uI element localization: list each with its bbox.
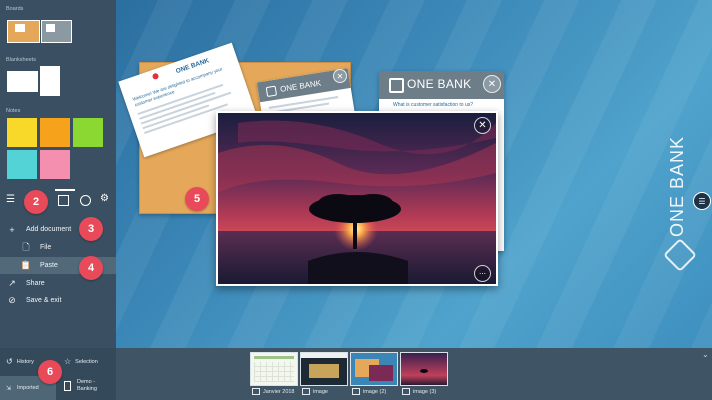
thumb-header xyxy=(254,356,294,359)
palette-icon[interactable] xyxy=(80,195,91,206)
thumbnail-label: Janvier 2018 xyxy=(252,388,295,395)
gear-icon[interactable]: ⚙ xyxy=(100,193,109,204)
selection-button[interactable]: ☆ Selection xyxy=(64,357,98,366)
menu-paste-label: Paste xyxy=(40,262,58,269)
image-icon xyxy=(352,388,360,395)
clipboard-icon: 📋 xyxy=(20,260,32,270)
menu-file[interactable]: 🗋 File xyxy=(0,239,116,256)
logo-icon xyxy=(265,85,278,98)
layout-icon[interactable] xyxy=(58,195,69,206)
step-badge: 4 xyxy=(79,256,103,280)
pin-icon xyxy=(151,72,160,81)
thumb-tree xyxy=(420,369,428,373)
close-icon[interactable]: ✕ xyxy=(483,75,501,93)
import-icon: ⇲ xyxy=(6,385,12,392)
step-badge: 3 xyxy=(79,217,103,241)
note-pink[interactable] xyxy=(40,150,70,179)
notes-label: Notes xyxy=(6,108,21,114)
doc-card-brand: ONE BANK xyxy=(407,77,472,91)
menu-save-exit[interactable]: ⊘ Save & exit xyxy=(0,292,116,309)
image-icon xyxy=(302,388,310,395)
menu-share-label: Share xyxy=(26,280,45,287)
menu-file-label: File xyxy=(40,244,52,251)
plus-icon: + xyxy=(9,224,15,235)
note-thumbnail xyxy=(46,24,55,32)
blanksheets-label: Blanksheets xyxy=(6,57,36,63)
demo-banking-line2: Banking xyxy=(77,386,97,393)
thumbnail-sunset[interactable] xyxy=(400,352,448,386)
note-cyan[interactable] xyxy=(7,150,37,179)
thumbnail-board[interactable] xyxy=(350,352,398,386)
thumb-grid xyxy=(254,362,294,382)
canvas-brand: ONE BANK xyxy=(667,117,697,237)
thumb-label-text: image xyxy=(313,388,328,395)
imported-label: Imported xyxy=(17,385,39,391)
collapse-chevron-icon[interactable]: ⌄ xyxy=(702,350,709,359)
step-badge: 2 xyxy=(24,190,48,214)
tab-indicator xyxy=(55,189,75,191)
thumbnail-calendar[interactable] xyxy=(250,352,298,386)
thumb-label-text: image (2) xyxy=(363,388,387,395)
step-badge: 6 xyxy=(38,360,62,384)
thumb-bar xyxy=(301,353,347,358)
menu-add-document-label: Add document xyxy=(26,226,72,233)
file-icon: 🗋 xyxy=(22,241,30,252)
demo-banking-line1: Demo - xyxy=(77,379,96,385)
blanksheet-landscape[interactable] xyxy=(7,71,38,92)
close-icon[interactable]: ✕ xyxy=(333,69,347,83)
note-green[interactable] xyxy=(73,118,103,147)
note-thumbnail xyxy=(15,24,25,32)
close-icon[interactable]: ✕ xyxy=(474,117,491,134)
menu-share[interactable]: ↗ Share xyxy=(0,275,116,292)
hamburger-icon[interactable]: ☰ xyxy=(6,194,15,205)
thumb-label-text: image (3) xyxy=(413,388,437,395)
thumb-label-text: Janvier 2018 xyxy=(263,388,295,395)
share-icon: ↗ xyxy=(8,278,16,288)
canvas-menu-button[interactable]: ☰ xyxy=(693,192,711,210)
history-label: History xyxy=(16,358,34,365)
selection-label: Selection xyxy=(75,358,98,365)
image-icon xyxy=(252,388,260,395)
selection-icon: ☆ xyxy=(64,357,72,366)
check-circle-icon: ⊘ xyxy=(8,295,16,305)
sunset-tree-photo xyxy=(218,113,496,284)
thumbnail-label: image xyxy=(302,388,328,395)
thumb-photo xyxy=(369,365,393,381)
step-badge: 5 xyxy=(185,187,209,211)
photo-viewer[interactable]: ✕ ⋯ xyxy=(216,111,498,286)
blanksheet-portrait[interactable] xyxy=(40,66,60,96)
sidebar: Boards Blanksheets Notes ☰ ⚙ + Add docum… xyxy=(0,0,116,348)
note-orange[interactable] xyxy=(40,118,70,147)
menu-save-exit-label: Save & exit xyxy=(26,297,62,304)
doc-card-question: What is customer satisfaction to us? xyxy=(393,102,474,108)
logo-icon xyxy=(389,78,404,93)
image-icon xyxy=(402,388,410,395)
thumbnail-label: image (2) xyxy=(352,388,386,395)
thumbnail-label: image (3) xyxy=(402,388,436,395)
note-yellow[interactable] xyxy=(7,118,37,147)
boards-label: Boards xyxy=(6,6,24,12)
demo-banking-tab[interactable]: Demo - Banking xyxy=(64,379,97,393)
thumb-content xyxy=(309,364,339,378)
history-icon: ↺ xyxy=(6,357,13,366)
history-button[interactable]: ↺ History xyxy=(6,357,34,366)
canvas-brand-text: ONE BANK xyxy=(667,135,687,237)
board-icon xyxy=(64,381,71,392)
more-options-icon[interactable]: ⋯ xyxy=(474,265,491,282)
thumbnail-screenshot[interactable] xyxy=(300,352,348,386)
